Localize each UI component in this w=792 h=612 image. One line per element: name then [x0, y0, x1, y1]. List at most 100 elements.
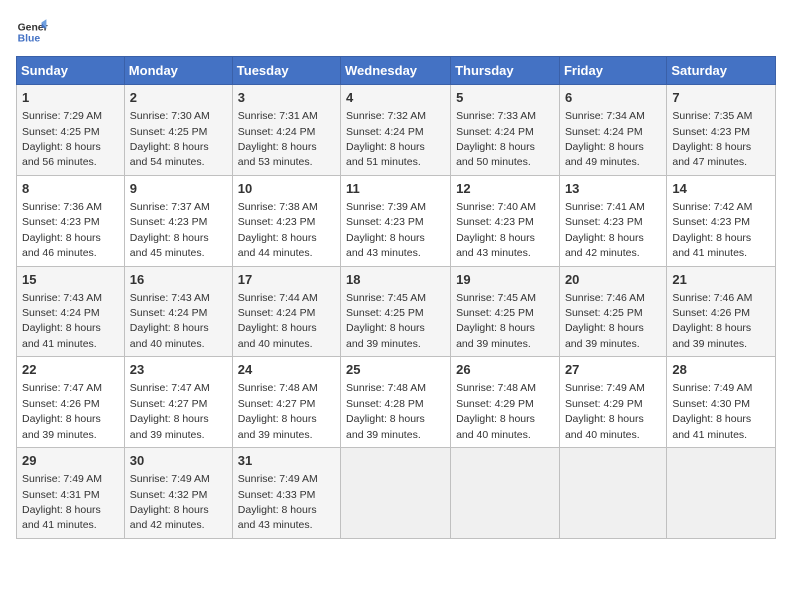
- day-detail: Sunrise: 7:41 AMSunset: 4:23 PMDaylight:…: [565, 201, 645, 259]
- day-number: 10: [238, 180, 335, 198]
- day-detail: Sunrise: 7:37 AMSunset: 4:23 PMDaylight:…: [130, 201, 210, 259]
- day-cell: [341, 448, 451, 539]
- day-cell: 10 Sunrise: 7:38 AMSunset: 4:23 PMDaylig…: [232, 175, 340, 266]
- header-cell-thursday: Thursday: [451, 57, 560, 85]
- header-cell-saturday: Saturday: [667, 57, 776, 85]
- day-cell: 25 Sunrise: 7:48 AMSunset: 4:28 PMDaylig…: [341, 357, 451, 448]
- day-number: 6: [565, 89, 661, 107]
- day-detail: Sunrise: 7:48 AMSunset: 4:28 PMDaylight:…: [346, 382, 426, 440]
- day-cell: 2 Sunrise: 7:30 AMSunset: 4:25 PMDayligh…: [124, 85, 232, 176]
- header-cell-friday: Friday: [559, 57, 666, 85]
- header-cell-wednesday: Wednesday: [341, 57, 451, 85]
- day-number: 27: [565, 361, 661, 379]
- day-number: 3: [238, 89, 335, 107]
- day-detail: Sunrise: 7:46 AMSunset: 4:25 PMDaylight:…: [565, 292, 645, 350]
- day-detail: Sunrise: 7:43 AMSunset: 4:24 PMDaylight:…: [130, 292, 210, 350]
- day-number: 28: [672, 361, 770, 379]
- day-cell: 24 Sunrise: 7:48 AMSunset: 4:27 PMDaylig…: [232, 357, 340, 448]
- day-cell: 1 Sunrise: 7:29 AMSunset: 4:25 PMDayligh…: [17, 85, 125, 176]
- day-detail: Sunrise: 7:49 AMSunset: 4:32 PMDaylight:…: [130, 473, 210, 531]
- logo: General Blue: [16, 16, 48, 48]
- day-cell: 9 Sunrise: 7:37 AMSunset: 4:23 PMDayligh…: [124, 175, 232, 266]
- calendar-table: SundayMondayTuesdayWednesdayThursdayFrid…: [16, 56, 776, 539]
- calendar-header: SundayMondayTuesdayWednesdayThursdayFrid…: [17, 57, 776, 85]
- day-detail: Sunrise: 7:42 AMSunset: 4:23 PMDaylight:…: [672, 201, 752, 259]
- day-cell: 17 Sunrise: 7:44 AMSunset: 4:24 PMDaylig…: [232, 266, 340, 357]
- day-cell: 28 Sunrise: 7:49 AMSunset: 4:30 PMDaylig…: [667, 357, 776, 448]
- day-cell: 26 Sunrise: 7:48 AMSunset: 4:29 PMDaylig…: [451, 357, 560, 448]
- day-number: 13: [565, 180, 661, 198]
- day-detail: Sunrise: 7:40 AMSunset: 4:23 PMDaylight:…: [456, 201, 536, 259]
- day-detail: Sunrise: 7:32 AMSunset: 4:24 PMDaylight:…: [346, 110, 426, 168]
- day-number: 1: [22, 89, 119, 107]
- day-cell: 6 Sunrise: 7:34 AMSunset: 4:24 PMDayligh…: [559, 85, 666, 176]
- day-cell: 15 Sunrise: 7:43 AMSunset: 4:24 PMDaylig…: [17, 266, 125, 357]
- day-cell: 13 Sunrise: 7:41 AMSunset: 4:23 PMDaylig…: [559, 175, 666, 266]
- day-detail: Sunrise: 7:34 AMSunset: 4:24 PMDaylight:…: [565, 110, 645, 168]
- day-number: 16: [130, 271, 227, 289]
- day-number: 5: [456, 89, 554, 107]
- day-cell: 31 Sunrise: 7:49 AMSunset: 4:33 PMDaylig…: [232, 448, 340, 539]
- week-row-3: 15 Sunrise: 7:43 AMSunset: 4:24 PMDaylig…: [17, 266, 776, 357]
- day-number: 18: [346, 271, 445, 289]
- day-detail: Sunrise: 7:30 AMSunset: 4:25 PMDaylight:…: [130, 110, 210, 168]
- day-cell: [451, 448, 560, 539]
- logo-icon: General Blue: [16, 16, 48, 48]
- day-detail: Sunrise: 7:49 AMSunset: 4:29 PMDaylight:…: [565, 382, 645, 440]
- day-detail: Sunrise: 7:36 AMSunset: 4:23 PMDaylight:…: [22, 201, 102, 259]
- day-cell: 16 Sunrise: 7:43 AMSunset: 4:24 PMDaylig…: [124, 266, 232, 357]
- day-cell: 14 Sunrise: 7:42 AMSunset: 4:23 PMDaylig…: [667, 175, 776, 266]
- day-detail: Sunrise: 7:33 AMSunset: 4:24 PMDaylight:…: [456, 110, 536, 168]
- day-cell: 3 Sunrise: 7:31 AMSunset: 4:24 PMDayligh…: [232, 85, 340, 176]
- day-number: 2: [130, 89, 227, 107]
- day-cell: 30 Sunrise: 7:49 AMSunset: 4:32 PMDaylig…: [124, 448, 232, 539]
- day-detail: Sunrise: 7:31 AMSunset: 4:24 PMDaylight:…: [238, 110, 318, 168]
- day-cell: 21 Sunrise: 7:46 AMSunset: 4:26 PMDaylig…: [667, 266, 776, 357]
- day-cell: 5 Sunrise: 7:33 AMSunset: 4:24 PMDayligh…: [451, 85, 560, 176]
- header-cell-tuesday: Tuesday: [232, 57, 340, 85]
- svg-text:Blue: Blue: [18, 34, 41, 45]
- day-number: 9: [130, 180, 227, 198]
- day-cell: 22 Sunrise: 7:47 AMSunset: 4:26 PMDaylig…: [17, 357, 125, 448]
- day-number: 23: [130, 361, 227, 379]
- day-detail: Sunrise: 7:49 AMSunset: 4:31 PMDaylight:…: [22, 473, 102, 531]
- day-cell: 19 Sunrise: 7:45 AMSunset: 4:25 PMDaylig…: [451, 266, 560, 357]
- day-cell: 7 Sunrise: 7:35 AMSunset: 4:23 PMDayligh…: [667, 85, 776, 176]
- day-detail: Sunrise: 7:43 AMSunset: 4:24 PMDaylight:…: [22, 292, 102, 350]
- day-number: 31: [238, 452, 335, 470]
- week-row-5: 29 Sunrise: 7:49 AMSunset: 4:31 PMDaylig…: [17, 448, 776, 539]
- day-cell: 11 Sunrise: 7:39 AMSunset: 4:23 PMDaylig…: [341, 175, 451, 266]
- day-cell: 4 Sunrise: 7:32 AMSunset: 4:24 PMDayligh…: [341, 85, 451, 176]
- day-detail: Sunrise: 7:46 AMSunset: 4:26 PMDaylight:…: [672, 292, 752, 350]
- day-detail: Sunrise: 7:49 AMSunset: 4:30 PMDaylight:…: [672, 382, 752, 440]
- day-number: 12: [456, 180, 554, 198]
- day-number: 25: [346, 361, 445, 379]
- day-detail: Sunrise: 7:48 AMSunset: 4:29 PMDaylight:…: [456, 382, 536, 440]
- day-number: 20: [565, 271, 661, 289]
- day-cell: 23 Sunrise: 7:47 AMSunset: 4:27 PMDaylig…: [124, 357, 232, 448]
- day-detail: Sunrise: 7:47 AMSunset: 4:26 PMDaylight:…: [22, 382, 102, 440]
- day-detail: Sunrise: 7:38 AMSunset: 4:23 PMDaylight:…: [238, 201, 318, 259]
- day-detail: Sunrise: 7:29 AMSunset: 4:25 PMDaylight:…: [22, 110, 102, 168]
- day-detail: Sunrise: 7:44 AMSunset: 4:24 PMDaylight:…: [238, 292, 318, 350]
- week-row-2: 8 Sunrise: 7:36 AMSunset: 4:23 PMDayligh…: [17, 175, 776, 266]
- day-cell: [667, 448, 776, 539]
- day-cell: 27 Sunrise: 7:49 AMSunset: 4:29 PMDaylig…: [559, 357, 666, 448]
- day-detail: Sunrise: 7:45 AMSunset: 4:25 PMDaylight:…: [346, 292, 426, 350]
- day-number: 8: [22, 180, 119, 198]
- day-detail: Sunrise: 7:35 AMSunset: 4:23 PMDaylight:…: [672, 110, 752, 168]
- day-detail: Sunrise: 7:48 AMSunset: 4:27 PMDaylight:…: [238, 382, 318, 440]
- day-detail: Sunrise: 7:49 AMSunset: 4:33 PMDaylight:…: [238, 473, 318, 531]
- day-number: 15: [22, 271, 119, 289]
- day-detail: Sunrise: 7:45 AMSunset: 4:25 PMDaylight:…: [456, 292, 536, 350]
- day-number: 17: [238, 271, 335, 289]
- day-number: 26: [456, 361, 554, 379]
- day-number: 30: [130, 452, 227, 470]
- day-number: 11: [346, 180, 445, 198]
- day-number: 22: [22, 361, 119, 379]
- day-cell: 12 Sunrise: 7:40 AMSunset: 4:23 PMDaylig…: [451, 175, 560, 266]
- day-cell: 8 Sunrise: 7:36 AMSunset: 4:23 PMDayligh…: [17, 175, 125, 266]
- week-row-1: 1 Sunrise: 7:29 AMSunset: 4:25 PMDayligh…: [17, 85, 776, 176]
- week-row-4: 22 Sunrise: 7:47 AMSunset: 4:26 PMDaylig…: [17, 357, 776, 448]
- day-number: 29: [22, 452, 119, 470]
